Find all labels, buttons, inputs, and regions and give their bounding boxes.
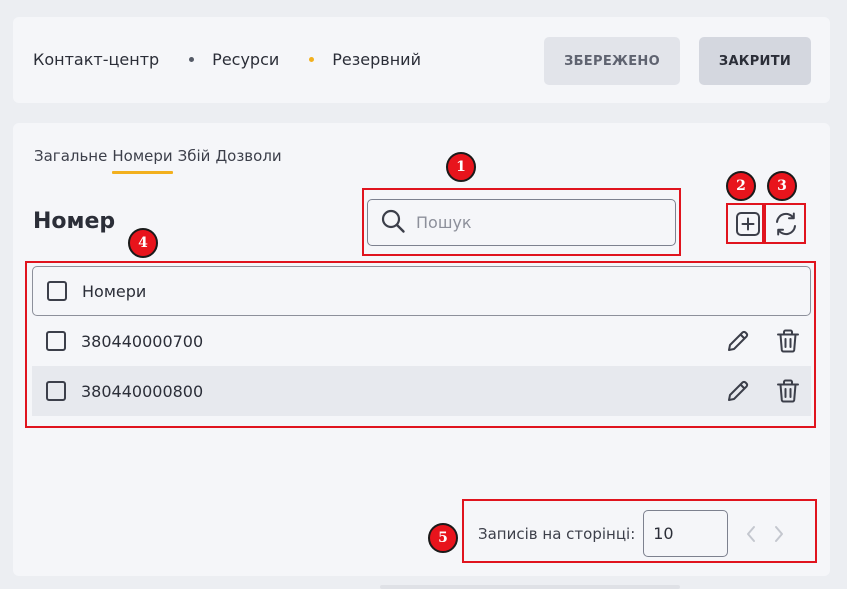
breadcrumb-contact-center[interactable]: Контакт-центр bbox=[33, 50, 159, 69]
annotation-marker-4: 4 bbox=[128, 228, 158, 258]
scroll-indicator bbox=[380, 585, 680, 589]
tab-numbers[interactable]: Номери bbox=[112, 147, 173, 174]
section-title: Номер bbox=[33, 209, 116, 234]
tab-general[interactable]: Загальне bbox=[34, 147, 107, 174]
breadcrumb-current: Резервний bbox=[332, 50, 421, 69]
annotation-box-table bbox=[25, 261, 816, 428]
tab-bar: Загальне Номери Збій Дозволи bbox=[34, 147, 287, 174]
annotation-box-search bbox=[362, 188, 681, 256]
annotation-marker-5: 5 bbox=[428, 523, 458, 553]
breadcrumb-resources[interactable]: Ресурси bbox=[212, 50, 279, 69]
tab-permissions[interactable]: Дозволи bbox=[215, 147, 281, 174]
annotation-marker-1: 1 bbox=[446, 152, 476, 182]
annotation-marker-2: 2 bbox=[726, 171, 756, 201]
annotation-box-refresh bbox=[764, 203, 806, 244]
tab-failover[interactable]: Збій bbox=[178, 147, 211, 174]
annotation-marker-3: 3 bbox=[767, 171, 797, 201]
breadcrumb: Контакт-центр Ресурси Резервний bbox=[33, 50, 421, 69]
annotation-box-add bbox=[726, 203, 764, 244]
breadcrumb-separator-dot-active bbox=[309, 57, 315, 62]
header-card: Контакт-центр Ресурси Резервний ЗБЕРЕЖЕН… bbox=[13, 17, 830, 103]
breadcrumb-separator-dot bbox=[189, 57, 195, 62]
annotation-box-pagination bbox=[462, 499, 817, 563]
close-button[interactable]: ЗАКРИТИ bbox=[699, 37, 811, 85]
saved-button[interactable]: ЗБЕРЕЖЕНО bbox=[544, 37, 680, 85]
